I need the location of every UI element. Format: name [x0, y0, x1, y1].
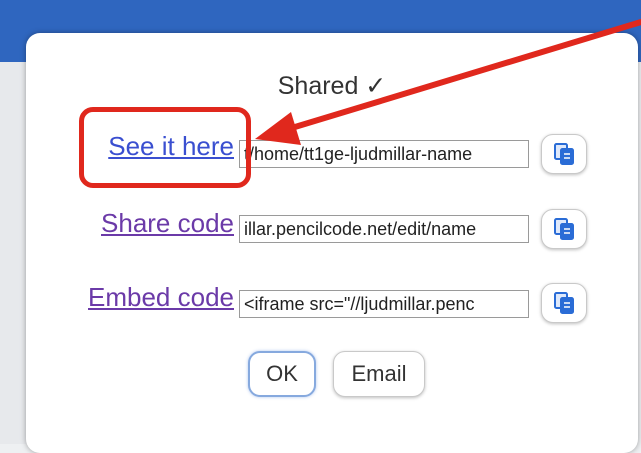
share-code-link[interactable]: Share code: [101, 208, 234, 239]
copy-share-code-button[interactable]: [541, 209, 587, 249]
highlight-box: [79, 107, 251, 188]
embed-code-link[interactable]: Embed code: [88, 282, 234, 313]
copy-icon: [554, 143, 574, 165]
background-panel: [0, 62, 26, 444]
copy-icon: [554, 218, 574, 240]
copy-embed-code-button[interactable]: [541, 283, 587, 323]
view-url-field[interactable]: [239, 140, 529, 168]
email-button[interactable]: Email: [333, 351, 425, 397]
ok-button[interactable]: OK: [248, 351, 316, 397]
share-dialog: Shared ✓ See it here Share code Embed co…: [26, 33, 638, 453]
share-code-url-field[interactable]: [239, 215, 529, 243]
copy-view-url-button[interactable]: [541, 134, 587, 174]
embed-code-field[interactable]: [239, 290, 529, 318]
copy-icon: [554, 292, 574, 314]
dialog-title: Shared ✓: [277, 72, 387, 100]
